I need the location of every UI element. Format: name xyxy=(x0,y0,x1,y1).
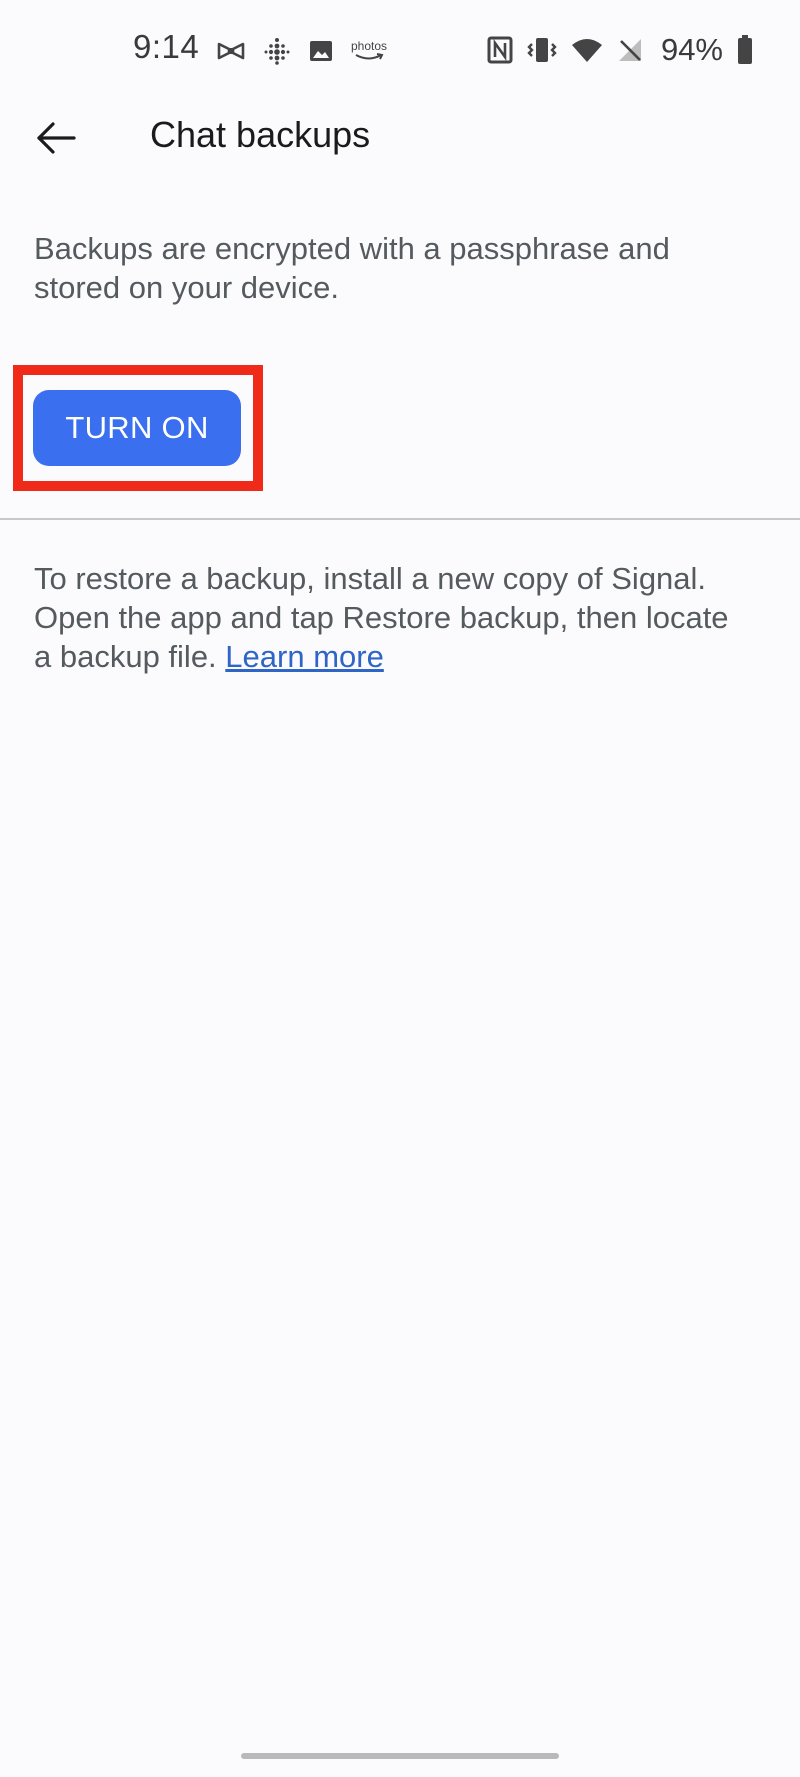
app-bar: Chat backups xyxy=(0,100,800,176)
divider xyxy=(0,518,800,520)
no-signal-icon xyxy=(617,37,643,63)
turn-on-button[interactable]: TURN ON xyxy=(33,390,241,466)
amazon-photos-icon: photos xyxy=(351,40,387,62)
restore-instructions: To restore a backup, install a new copy … xyxy=(34,559,754,676)
vibrate-icon xyxy=(527,36,557,64)
bowtie-icon xyxy=(217,41,245,61)
image-icon xyxy=(309,39,333,63)
gesture-bar[interactable] xyxy=(241,1753,559,1759)
nfc-icon xyxy=(487,36,513,64)
photos-label: photos xyxy=(351,39,388,53)
notification-icons: photos xyxy=(217,32,387,70)
wifi-icon xyxy=(571,37,603,63)
battery-percent: 94% xyxy=(660,32,723,67)
status-bar: 9:14 photos 94% xyxy=(0,0,800,100)
learn-more-link[interactable]: Learn more xyxy=(225,639,384,674)
page-title: Chat backups xyxy=(150,114,371,155)
backup-description: Backups are encrypted with a passphrase … xyxy=(34,231,670,305)
arrow-left-icon xyxy=(36,121,76,155)
back-button[interactable] xyxy=(24,106,88,170)
fitbit-icon xyxy=(263,37,291,65)
system-icons: 94% xyxy=(487,30,753,70)
status-time: 9:14 xyxy=(133,28,200,65)
battery-icon xyxy=(737,35,753,65)
